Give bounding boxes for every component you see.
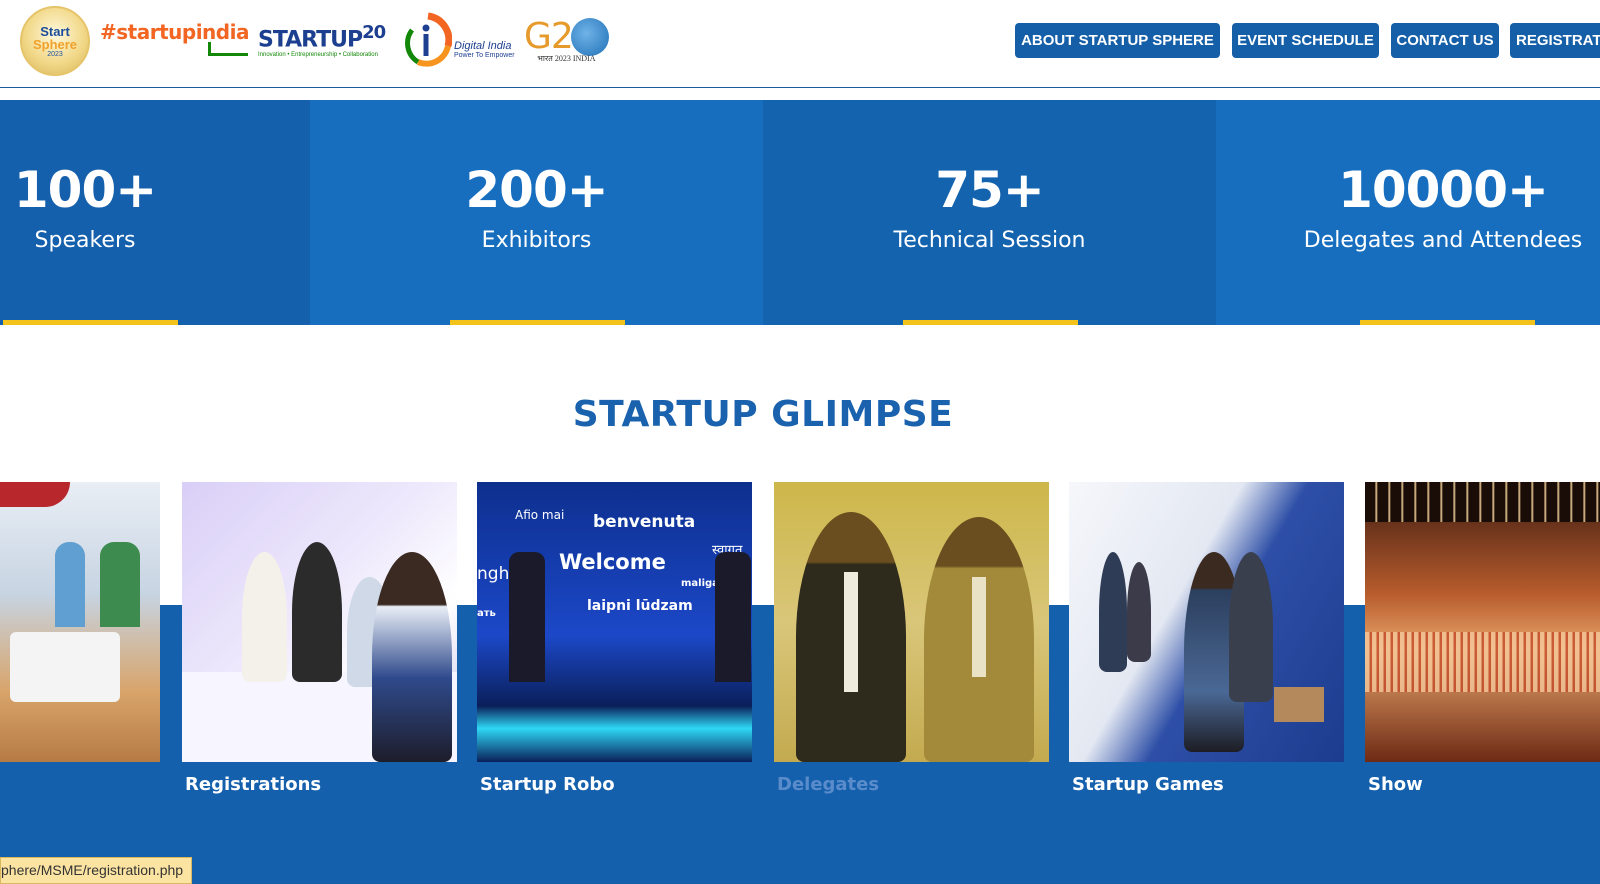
glimpse-title: STARTUP GLIMPSE <box>572 394 954 435</box>
robo-screen-word: Welcome <box>559 550 666 574</box>
nav-about-startup-sphere[interactable]: ABOUT STARTUP SPHERE <box>1015 23 1220 58</box>
start-sphere-logo[interactable]: Start Sphere 2023 <box>20 6 90 76</box>
globe-icon <box>570 17 609 56</box>
robot-icon <box>509 552 545 682</box>
glimpse-caption-startup-robo[interactable]: Startup Robo <box>480 774 615 795</box>
stat-speakers: 100+ Speakers <box>0 100 310 325</box>
person <box>1229 552 1273 702</box>
startupindia-arrow-icon <box>208 42 248 56</box>
glimpse-caption-show[interactable]: Show <box>1368 774 1423 795</box>
booth-kiosk <box>55 542 85 627</box>
stat-accent-bar <box>903 320 1078 325</box>
stat-accent-bar <box>450 320 625 325</box>
lanyard-badge <box>972 577 986 677</box>
startup20-word: STARTUP <box>258 27 363 53</box>
digital-india-logo[interactable]: Digital India Power To Empower <box>404 12 515 68</box>
g20-logo[interactable]: G2 भारत 2023 INDIA <box>524 10 609 70</box>
stat-value: 10000+ <box>1338 161 1549 219</box>
glimpse-card-startup-games[interactable] <box>1069 482 1344 762</box>
stat-technical-session: 75+ Technical Session <box>763 100 1216 325</box>
stat-value: 75+ <box>935 161 1044 219</box>
glimpse-caption-registrations[interactable]: Registrations <box>185 774 321 795</box>
robo-screen-word: Afio mai <box>515 508 565 522</box>
stat-label: Technical Session <box>893 228 1086 253</box>
page: Start Sphere 2023 #startupindia STARTUP2… <box>0 0 1600 884</box>
person <box>292 542 342 682</box>
glimpse-card-booth[interactable] <box>0 482 160 762</box>
digital-india-line2: Power To Empower <box>454 51 515 59</box>
startupindia-logo[interactable]: #startupindia <box>100 16 249 60</box>
stat-value: 200+ <box>465 161 608 219</box>
startup20-logo[interactable]: STARTUP20 Innovation • Entrepreneurship … <box>258 14 386 66</box>
glimpse-card-show[interactable] <box>1365 482 1600 762</box>
nav-event-schedule[interactable]: EVENT SCHEDULE <box>1232 23 1379 58</box>
nav-registration[interactable]: REGISTRATI <box>1510 23 1600 58</box>
digital-india-line1: Digital India <box>454 39 512 52</box>
stats-band: 100+ Speakers 200+ Exhibitors 75+ Techni… <box>0 100 1600 325</box>
lanyard-badge <box>844 572 858 692</box>
robot-icon <box>715 552 751 682</box>
cardboard-box <box>1274 687 1324 722</box>
status-bar-url: phere/MSME/registration.php <box>0 857 193 884</box>
stat-label: Exhibitors <box>481 228 592 253</box>
sphere-logo-line3: 2023 <box>47 50 63 58</box>
stat-accent-bar <box>3 320 178 325</box>
booth-kiosk <box>100 542 140 627</box>
robo-screen-word: laipni lūdzam <box>587 598 693 614</box>
startupindia-text: #startupindia <box>100 20 249 44</box>
glimpse-card-delegates[interactable] <box>774 482 1049 762</box>
g20-tagline: भारत 2023 INDIA <box>537 54 596 63</box>
glimpse-card-startup-robo[interactable]: Afio mai benvenuta Welcome स्वागत nghe m… <box>477 482 752 762</box>
robo-screen-word: benvenuta <box>593 512 696 532</box>
glimpse-caption-startup-games[interactable]: Startup Games <box>1072 774 1224 795</box>
booth-counter <box>10 632 120 702</box>
site-header: Start Sphere 2023 #startupindia STARTUP2… <box>0 0 1600 88</box>
digital-india-text: Digital India Power To Empower <box>454 40 515 59</box>
person <box>242 552 287 682</box>
startup20-tagline: Innovation • Entrepreneurship • Collabor… <box>258 52 378 59</box>
booth-banner <box>0 482 70 507</box>
digital-india-mark-icon <box>405 12 452 67</box>
person <box>1099 552 1127 672</box>
stat-exhibitors: 200+ Exhibitors <box>310 100 763 325</box>
robo-screen-word: ать <box>477 608 496 619</box>
stat-label: Delegates and Attendees <box>1303 228 1583 253</box>
stat-label: Speakers <box>34 228 136 253</box>
startup20-sup: 20 <box>362 21 386 43</box>
person <box>372 552 452 762</box>
nav-contact-us[interactable]: CONTACT US <box>1391 23 1499 58</box>
g20-text: G2 <box>524 16 574 57</box>
glimpse-caption-delegates[interactable]: Delegates <box>777 774 879 795</box>
stat-delegates: 10000+ Delegates and Attendees <box>1216 100 1600 325</box>
stat-value: 100+ <box>13 161 157 219</box>
stat-accent-bar <box>1360 320 1535 325</box>
startup20-main: STARTUP20 <box>258 21 386 53</box>
sphere-logo-line2: Sphere <box>32 36 78 52</box>
sphere-logo-line1: Start <box>40 23 70 39</box>
stage-lights <box>1365 482 1600 522</box>
g20-main: G2 <box>524 16 609 57</box>
audience <box>1365 632 1600 692</box>
glimpse-card-registrations[interactable] <box>182 482 457 762</box>
person <box>1127 562 1151 662</box>
